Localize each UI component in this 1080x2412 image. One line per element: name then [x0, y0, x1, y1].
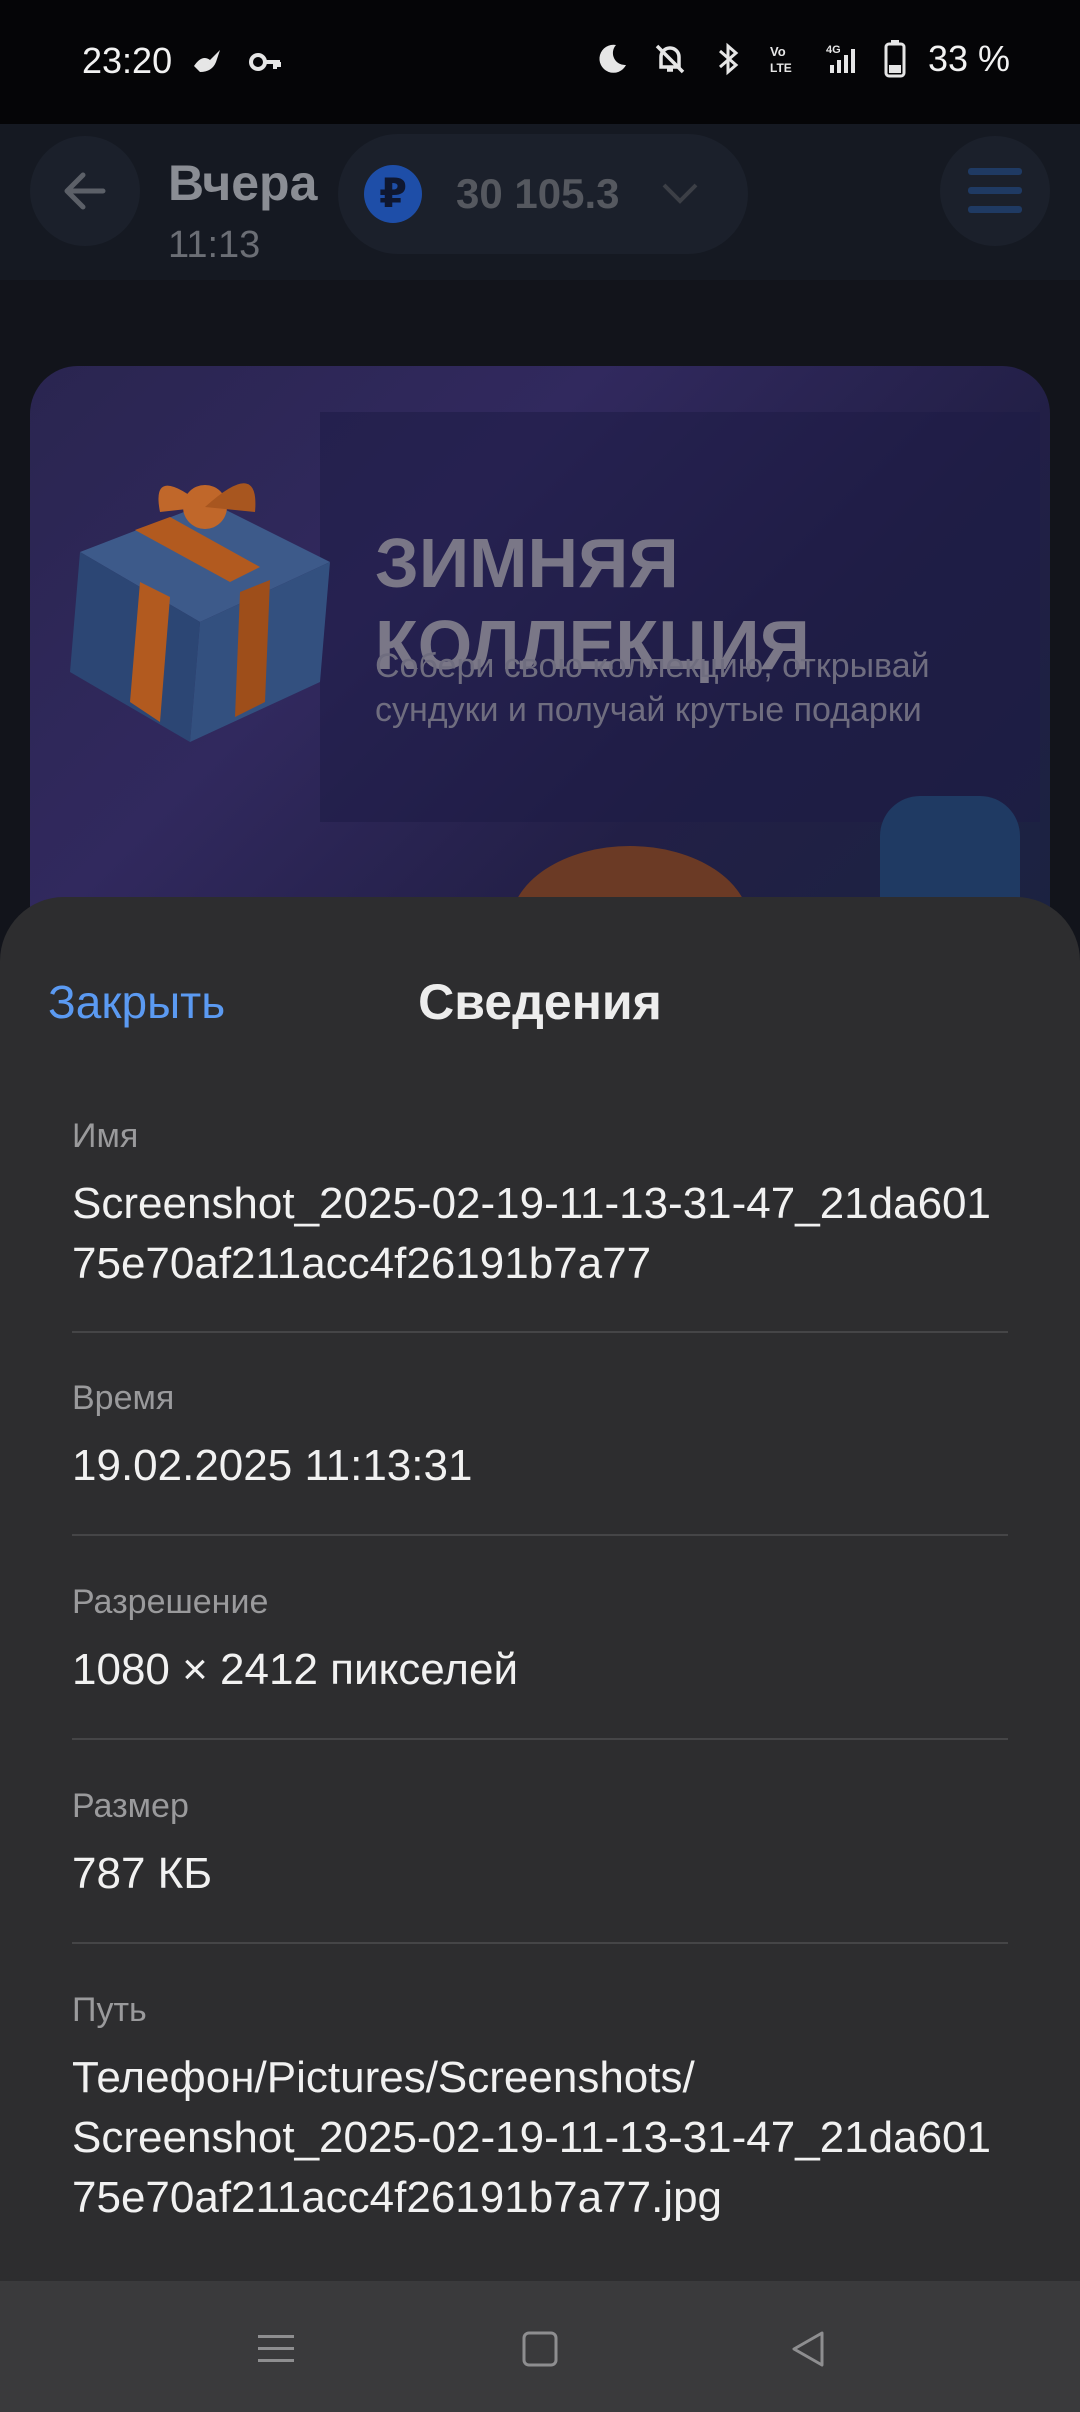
info-value: 787 КБ — [72, 1849, 213, 1898]
back-button[interactable] — [30, 136, 140, 246]
info-label: Имя — [72, 1117, 139, 1155]
balance-amount: 30 105.3 — [456, 170, 620, 217]
gift-box-icon — [70, 483, 330, 742]
status-right: Vo LTE 4G 33 % — [594, 38, 1010, 80]
home-button[interactable] — [500, 2309, 580, 2389]
app-title: Вчера — [168, 155, 318, 211]
status-left-icons — [190, 44, 284, 80]
info-value: Screenshot_2025-02-19-11-13-31-47_21da60… — [72, 1179, 991, 1288]
info-label: Разрешение — [72, 1583, 269, 1621]
divider — [72, 1942, 1008, 1944]
svg-text:Vo: Vo — [770, 44, 786, 59]
volte-icon: Vo LTE — [770, 44, 792, 75]
key-icon — [249, 53, 281, 71]
battery-percent: 33 % — [927, 38, 1010, 79]
info-name: Имя Screenshot_2025-02-19-11-13-31-47_21… — [72, 1117, 1008, 1294]
bluetooth-icon — [718, 42, 739, 76]
triangle-back-icon — [792, 2331, 824, 2367]
screen: Вчера 11:13 ₽ 30 105.3 ЗИМНЯЯ КОЛЛЕКЦИЯ … — [0, 0, 1080, 2412]
recent-apps-button[interactable] — [236, 2309, 316, 2389]
back-nav-button[interactable] — [768, 2309, 848, 2389]
banner-description: Собери свою коллекцию, открывай сундуки … — [375, 647, 930, 730]
info-value: Телефон/Pictures/Screenshots/ Screenshot… — [72, 2053, 991, 2222]
info-resolution: Разрешение 1080 × 2412 пикселей — [72, 1583, 1008, 1700]
svg-text:4G: 4G — [826, 44, 841, 56]
signal-4g-icon: 4G — [826, 44, 855, 73]
info-time: Время 19.02.2025 11:13:31 — [72, 1379, 1008, 1496]
navigation-bar — [0, 2281, 1080, 2412]
info-value: 1080 × 2412 пикселей — [72, 1645, 519, 1694]
ruble-icon: ₽ — [364, 165, 422, 223]
promo-banner[interactable]: ЗИМНЯЯ КОЛЛЕКЦИЯ Собери свою коллекцию, … — [30, 366, 1050, 986]
arrow-left-icon — [64, 172, 106, 210]
menu-button[interactable] — [940, 136, 1050, 246]
divider — [72, 1331, 1008, 1333]
info-path: Путь Телефон/Pictures/Screenshots/ Scree… — [72, 1991, 1008, 2227]
app-subtitle: 11:13 — [168, 224, 261, 266]
status-time: 23:20 — [82, 40, 173, 81]
balance-selector[interactable]: ₽ 30 105.3 — [338, 134, 748, 254]
menu-lines-icon — [258, 2335, 294, 2362]
info-value: 19.02.2025 11:13:31 — [72, 1441, 473, 1490]
battery-icon — [884, 40, 906, 78]
details-sheet: Закрыть Сведения Имя Screenshot_2025-02-… — [0, 897, 1080, 2281]
hamburger-icon — [968, 168, 1022, 213]
divider — [72, 1738, 1008, 1740]
info-size: Размер 787 КБ — [72, 1787, 1008, 1904]
square-icon — [522, 2331, 558, 2367]
chevron-down-icon — [660, 172, 700, 217]
status-bar: 23:20 Vo LTE 4G 33 % — [0, 0, 1080, 124]
bell-off-icon — [655, 44, 685, 74]
info-label: Размер — [72, 1787, 189, 1825]
info-label: Время — [72, 1379, 175, 1417]
divider — [72, 1534, 1008, 1536]
moon-icon — [599, 44, 626, 73]
banner-title-line1: ЗИМНЯЯ — [375, 524, 679, 602]
bird-icon — [194, 50, 220, 72]
info-label: Путь — [72, 1991, 147, 2029]
sheet-title: Сведения — [418, 974, 662, 1030]
svg-text:LTE: LTE — [770, 61, 792, 75]
